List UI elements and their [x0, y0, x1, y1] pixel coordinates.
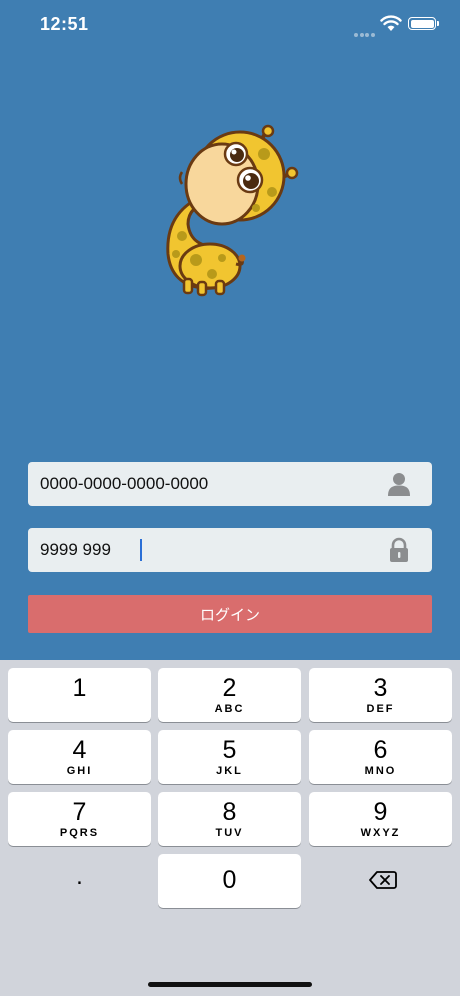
key-1[interactable]: 1	[8, 668, 151, 722]
delete-backspace-icon	[369, 871, 397, 889]
status-time: 12:51	[40, 14, 89, 34]
giraffe-mascot-illustration	[166, 124, 299, 297]
delete-key[interactable]	[309, 854, 452, 908]
home-indicator[interactable]	[148, 982, 312, 987]
account-number-input[interactable]	[28, 462, 368, 506]
wifi-icon	[380, 15, 402, 31]
key-0[interactable]: 0	[158, 854, 301, 908]
key-digit: 9	[373, 798, 388, 826]
key-letters: TUV	[215, 827, 244, 839]
key-digit: 4	[72, 736, 87, 764]
key-8[interactable]: 8 TUV	[158, 792, 301, 846]
key-2[interactable]: 2 ABC	[158, 668, 301, 722]
key-5[interactable]: 5 JKL	[158, 730, 301, 784]
key-digit: 6	[373, 736, 388, 764]
key-9[interactable]: 9 WXYZ	[309, 792, 452, 846]
key-letters: DEF	[366, 703, 395, 715]
cellular-signal-icon	[354, 24, 376, 37]
key-letters: WXYZ	[360, 827, 401, 839]
key-letters: GHI	[66, 765, 93, 777]
person-icon	[388, 473, 410, 496]
text-cursor	[140, 539, 142, 561]
key-digit: 7	[72, 798, 87, 826]
password-input[interactable]	[28, 528, 368, 572]
key-dot[interactable]: .	[8, 854, 151, 908]
key-digit: 3	[373, 674, 388, 702]
key-4[interactable]: 4 GHI	[8, 730, 151, 784]
account-number-field[interactable]	[28, 462, 432, 506]
status-bar: 12:51	[0, 0, 460, 50]
key-6[interactable]: 6 MNO	[309, 730, 452, 784]
numeric-keypad: 1 2 ABC 3 DEF 4 GHI 5 JKL 6 MNO 7 PQRS 8…	[0, 660, 460, 996]
key-letters: ABC	[214, 703, 245, 715]
key-digit: .	[76, 863, 83, 890]
login-button[interactable]: ログイン	[28, 595, 432, 633]
key-7[interactable]: 7 PQRS	[8, 792, 151, 846]
key-letters: MNO	[364, 765, 397, 777]
key-digit: 8	[222, 798, 237, 826]
battery-icon	[408, 17, 439, 30]
key-digit: 2	[222, 674, 237, 702]
key-letters: JKL	[216, 765, 243, 777]
key-digit: 0	[222, 866, 237, 894]
lock-icon	[390, 537, 408, 562]
password-field[interactable]	[28, 528, 432, 572]
key-digit: 1	[72, 674, 87, 702]
key-3[interactable]: 3 DEF	[309, 668, 452, 722]
key-letters: PQRS	[59, 827, 100, 839]
key-digit: 5	[222, 736, 237, 764]
